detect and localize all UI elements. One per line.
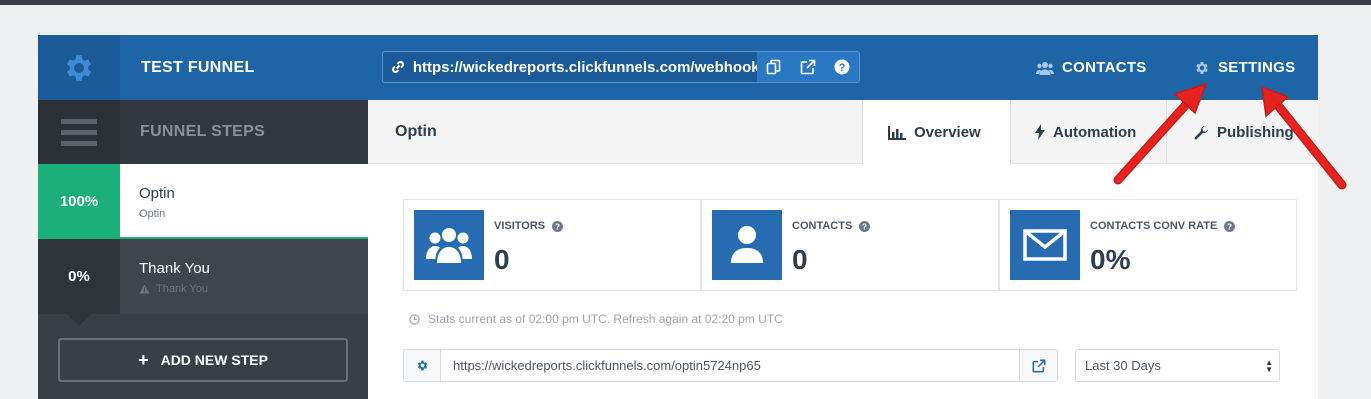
tab-overview[interactable]: Overview <box>862 100 1010 165</box>
link-icon <box>383 52 413 82</box>
external-link-icon <box>800 59 816 75</box>
sidebar-title: FUNNEL STEPS <box>140 123 266 140</box>
step-name: Thank You <box>139 260 210 277</box>
cog-icon <box>417 360 427 371</box>
stat-value: 0% <box>1090 244 1131 275</box>
gear-icon <box>66 54 92 81</box>
contacts-stat-card: CONTACTS ? 0 <box>701 199 999 291</box>
step-type: Thank You <box>139 283 208 295</box>
open-page-button[interactable] <box>1019 350 1057 381</box>
page-url-row: https://wickedreports.clickfunnels.com/o… <box>403 349 1058 382</box>
svg-text:?: ? <box>555 222 560 231</box>
step-type-label: Thank You <box>156 283 208 295</box>
add-new-step-button[interactable]: + ADD NEW STEP <box>58 338 348 382</box>
plus-icon: + <box>138 350 149 370</box>
stat-value: 0 <box>494 244 510 275</box>
bar-chart-icon <box>888 125 906 140</box>
wrench-icon <box>1194 125 1209 139</box>
open-url-button[interactable] <box>791 52 825 82</box>
funnel-title: TEST FUNNEL <box>141 59 255 76</box>
top-header: TEST FUNNEL https://wickedreports.clickf… <box>38 35 1318 100</box>
stat-label-text: CONTACTS <box>792 220 853 232</box>
page-url-input[interactable]: https://wickedreports.clickfunnels.com/o… <box>441 358 1019 373</box>
group-icon <box>414 210 484 280</box>
stat-label: CONTACTS CONV RATE ? <box>1090 220 1236 232</box>
stat-label: VISITORS ? <box>494 220 564 232</box>
window-top-strip <box>0 0 1371 5</box>
tab-label: Overview <box>914 124 981 141</box>
funnel-url-text[interactable]: https://wickedreports.clickfunnels.com/w… <box>413 59 757 76</box>
contacts-nav-label: CONTACTS <box>1062 59 1147 76</box>
stat-label-text: VISITORS <box>494 220 546 232</box>
settings-nav-button[interactable]: SETTINGS <box>1194 35 1295 100</box>
funnel-editor: TEST FUNNEL https://wickedreports.clickf… <box>38 35 1318 399</box>
select-caret-icon: ▲ ▼ <box>1265 358 1273 374</box>
conversion-rate-stat-card: CONTACTS CONV RATE ? 0% <box>999 199 1297 291</box>
tab-label: Automation <box>1053 123 1137 141</box>
settings-nav-label: SETTINGS <box>1218 59 1296 76</box>
copy-url-button[interactable] <box>757 52 791 82</box>
step-page-bar: Optin Overview Automation Publishing <box>368 100 1318 165</box>
user-icon <box>712 210 782 280</box>
step-name: Optin <box>139 185 175 202</box>
step-percent-value: 100% <box>59 193 99 210</box>
stats-refresh-note: Stats current as of 02:00 pm UTC. Refres… <box>409 312 783 326</box>
stat-label-text: CONTACTS CONV RATE <box>1090 220 1218 232</box>
cog-icon <box>1196 61 1208 74</box>
step-conversion-percent: 0% <box>38 239 120 326</box>
svg-text:?: ? <box>862 222 867 231</box>
page-title: Optin <box>395 123 437 140</box>
step-conversion-percent: 100% <box>38 164 120 251</box>
tab-publishing[interactable]: Publishing <box>1166 100 1318 164</box>
question-circle-icon: ? <box>834 59 850 75</box>
sidebar-header: FUNNEL STEPS <box>38 100 368 164</box>
menu-toggle-button[interactable] <box>38 100 120 164</box>
funnel-url-box: https://wickedreports.clickfunnels.com/w… <box>382 51 860 83</box>
help-icon[interactable]: ? <box>1224 220 1236 232</box>
users-icon <box>1036 61 1054 75</box>
funnel-steps-sidebar: FUNNEL STEPS 100% Optin Optin 0% Thank Y… <box>38 100 368 399</box>
stats-note-text: Stats current as of 02:00 pm UTC. Refres… <box>428 312 783 326</box>
hamburger-icon <box>61 119 97 146</box>
help-icon[interactable]: ? <box>552 220 564 232</box>
svg-text:?: ? <box>839 62 846 74</box>
external-link-icon <box>1032 359 1045 372</box>
stat-value: 0 <box>792 244 808 275</box>
help-icon[interactable]: ? <box>859 220 871 232</box>
svg-text:?: ? <box>1227 222 1232 231</box>
date-range-value: Last 30 Days <box>1085 358 1161 373</box>
step-pointer <box>67 314 91 326</box>
contacts-nav-button[interactable]: CONTACTS <box>1036 35 1147 100</box>
url-help-button[interactable]: ? <box>825 52 859 82</box>
sidebar-item-thank-you[interactable]: 0% Thank You Thank You <box>38 239 368 326</box>
envelope-icon <box>1010 210 1080 280</box>
url-actions: ? <box>757 52 859 82</box>
step-percent-value: 0% <box>68 268 90 285</box>
warning-icon <box>139 284 150 294</box>
stat-label: CONTACTS ? <box>792 220 871 232</box>
date-range-select[interactable]: Last 30 Days ▲ ▼ <box>1075 349 1280 382</box>
add-step-label: ADD NEW STEP <box>160 352 268 368</box>
tab-label: Publishing <box>1217 123 1294 141</box>
copy-icon <box>766 59 781 75</box>
clock-icon <box>409 313 420 325</box>
bolt-icon <box>1035 124 1045 140</box>
url-settings-button[interactable] <box>404 350 441 381</box>
step-type: Optin <box>139 208 166 220</box>
funnel-settings-gear-button[interactable] <box>38 35 120 100</box>
sidebar-item-optin[interactable]: 100% Optin Optin <box>38 164 368 251</box>
tab-automation[interactable]: Automation <box>1010 100 1166 164</box>
visitors-stat-card: VISITORS ? 0 <box>403 199 701 291</box>
